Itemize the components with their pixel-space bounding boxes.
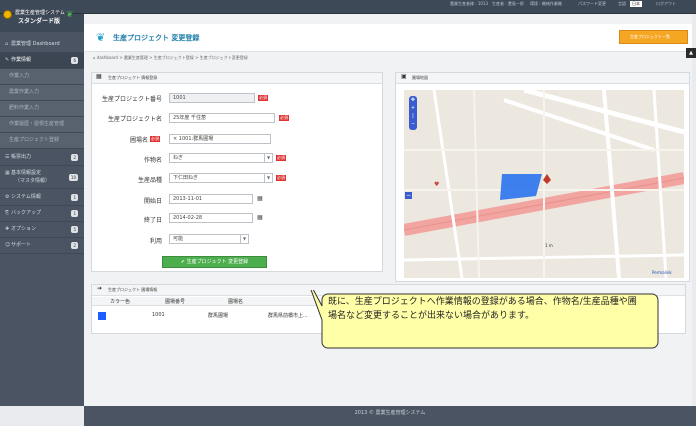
logo-icon [3, 10, 12, 19]
sidebar-item-work-input[interactable]: 作業入力 [0, 69, 84, 85]
leaf-icon: ❦ [66, 10, 74, 20]
map-pan-control[interactable]: ✥ + | − [409, 96, 417, 130]
grid-icon: ▦ [96, 73, 102, 80]
end-date-label: 終了日 [143, 217, 162, 224]
update-button[interactable]: ✔ 生産プロジェクト 変更登録 [162, 256, 267, 268]
breadcrumb-c1[interactable]: 農業生産管理 [124, 55, 148, 60]
field-color-swatch [98, 312, 106, 320]
required-badge: 必須 [276, 155, 286, 161]
breadcrumb-current: 生産プロジェクト変更登録 [199, 55, 248, 60]
field-address-cell: 群馬県前橋市上... [268, 313, 308, 319]
field-name-label: 圃場名 [129, 137, 148, 144]
use-select[interactable]: 可能 ▼ [169, 234, 249, 244]
use-label: 利用 [149, 238, 162, 245]
sidebar-item-history[interactable]: 作業履歴・屋根生産管理 [0, 117, 84, 133]
sprout-icon: ❦ [96, 31, 106, 44]
sidebar-item-master[interactable]: ▦基本情報設定 （マスタ情報） 10 [0, 166, 84, 189]
required-badge: 必須 [150, 136, 160, 142]
breadcrumb-c2[interactable]: 生産プロジェクト登録 [154, 55, 194, 60]
sidebar-item-project-register[interactable]: 生産プロジェクト登録 [0, 133, 84, 149]
project-list-button[interactable]: 生産プロジェクト一覧 [619, 30, 688, 44]
project-name-label: 生産プロジェクト名 [107, 116, 162, 123]
picture-icon: ▣ [401, 73, 407, 80]
language-select[interactable]: 日本 [630, 1, 642, 7]
map-canvas: ♥ [404, 90, 684, 278]
form-panel-title: 生産プロジェクト 情報登録 [92, 73, 382, 84]
col-color: カラー色 [110, 299, 131, 305]
topnav-password[interactable]: パスワード変更 [578, 1, 606, 7]
badge: 2 [71, 242, 78, 249]
field-map[interactable]: ♥ [404, 90, 684, 278]
chevron-down-icon: ▼ [264, 154, 272, 162]
calendar-icon[interactable]: ▦ [257, 195, 263, 202]
sidebar-item-options[interactable]: ✚ オプション 5 [0, 222, 84, 238]
crop-label: 作物名 [143, 157, 162, 164]
project-number-label: 生産プロジェクト番号 [101, 96, 162, 103]
sidebar-item-dashboard[interactable]: ⌂ 農業管理 Dashboard [0, 37, 84, 53]
badge: 5 [71, 226, 78, 233]
sidebar-item-system[interactable]: ⚙ システム情報 1 [0, 190, 84, 206]
sidebar-item-backup[interactable]: ⎘ バックアップ 1 [0, 206, 84, 222]
arrow-right-icon: ➔ [97, 285, 103, 292]
end-date-field[interactable]: 2014-02-28 [169, 213, 253, 223]
topnav-help[interactable]: 農業生産者様 : 1013 [450, 1, 488, 7]
required-badge: 必須 [279, 115, 289, 121]
col-number: 圃場番号 [165, 299, 186, 305]
brand-title: 農業生産管理システム [15, 10, 65, 16]
topnav-settings[interactable]: 環境 : 機械作業機 [530, 1, 562, 7]
badge: 6 [71, 57, 78, 64]
calendar-icon[interactable]: ▦ [257, 214, 263, 221]
field-number-cell: 1001 [152, 312, 165, 318]
badge: 1 [71, 194, 78, 201]
field-select[interactable]: × 1001:群馬圃場 [169, 134, 271, 144]
map-scale: 1 m [545, 243, 553, 248]
breadcrumb-home[interactable]: dashboard [97, 55, 118, 60]
required-badge: 必須 [258, 95, 268, 101]
topnav-language[interactable]: 言語 [618, 1, 626, 7]
badge: 10 [68, 174, 78, 181]
callout-text: 既に、生産プロジェクトへ作業情報の登録がある場合、作物名/生産品種や圃場名など変… [328, 297, 637, 321]
page-title: 生産プロジェクト 変更登録 [113, 34, 200, 42]
sidebar-item-work[interactable]: ✎ 作業情報 6 [0, 53, 84, 69]
map-panel-title: 圃場地図 [396, 73, 689, 84]
map-permalink[interactable]: Permalink [652, 270, 672, 275]
field-name-cell: 群馬圃場 [208, 313, 229, 319]
topnav-user[interactable]: 生産者 : 豊島一郎 [492, 1, 524, 7]
svg-text:♥: ♥ [434, 181, 439, 188]
badge: 1 [71, 210, 78, 217]
start-date-field[interactable]: 2013-11-01 [169, 194, 253, 204]
sidebar-item-reports[interactable]: ☰ 帳票出力 2 [0, 150, 84, 166]
required-badge: 必須 [276, 175, 286, 181]
variety-select[interactable]: 下仁田ねぎ ▼ [169, 173, 273, 183]
breadcrumb: ⌂ dashboard > 農業生産管理 > 生産プロジェクト登録 > 生産プロ… [93, 55, 248, 60]
chevron-down-icon: ▼ [240, 235, 248, 243]
zoom-out-button[interactable]: − [405, 192, 412, 199]
brand-edition: スタンダード版 [18, 18, 61, 25]
crop-select[interactable]: ねぎ ▼ [169, 153, 273, 163]
footer: 2013 © 農業生産管理システム [84, 406, 696, 426]
sidebar-item-fertilizer-input[interactable]: 肥料作業入力 [0, 101, 84, 117]
start-date-label: 開始日 [143, 198, 162, 205]
chevron-down-icon: ▼ [264, 174, 272, 182]
badge: 2 [71, 154, 78, 161]
scroll-top-button[interactable]: ▲ [686, 48, 696, 58]
project-number-field: 1001 [169, 93, 255, 103]
logout-link[interactable]: ログアウト [656, 1, 676, 7]
col-name: 圃場名 [228, 299, 244, 305]
variety-label: 生産品種 [137, 177, 162, 184]
project-name-field[interactable]: 25年度 千住葱 [169, 113, 275, 123]
sidebar-item-support[interactable]: ☺サポート 2 [0, 238, 84, 254]
sidebar-item-farm-input[interactable]: 農業作業入力 [0, 85, 84, 101]
